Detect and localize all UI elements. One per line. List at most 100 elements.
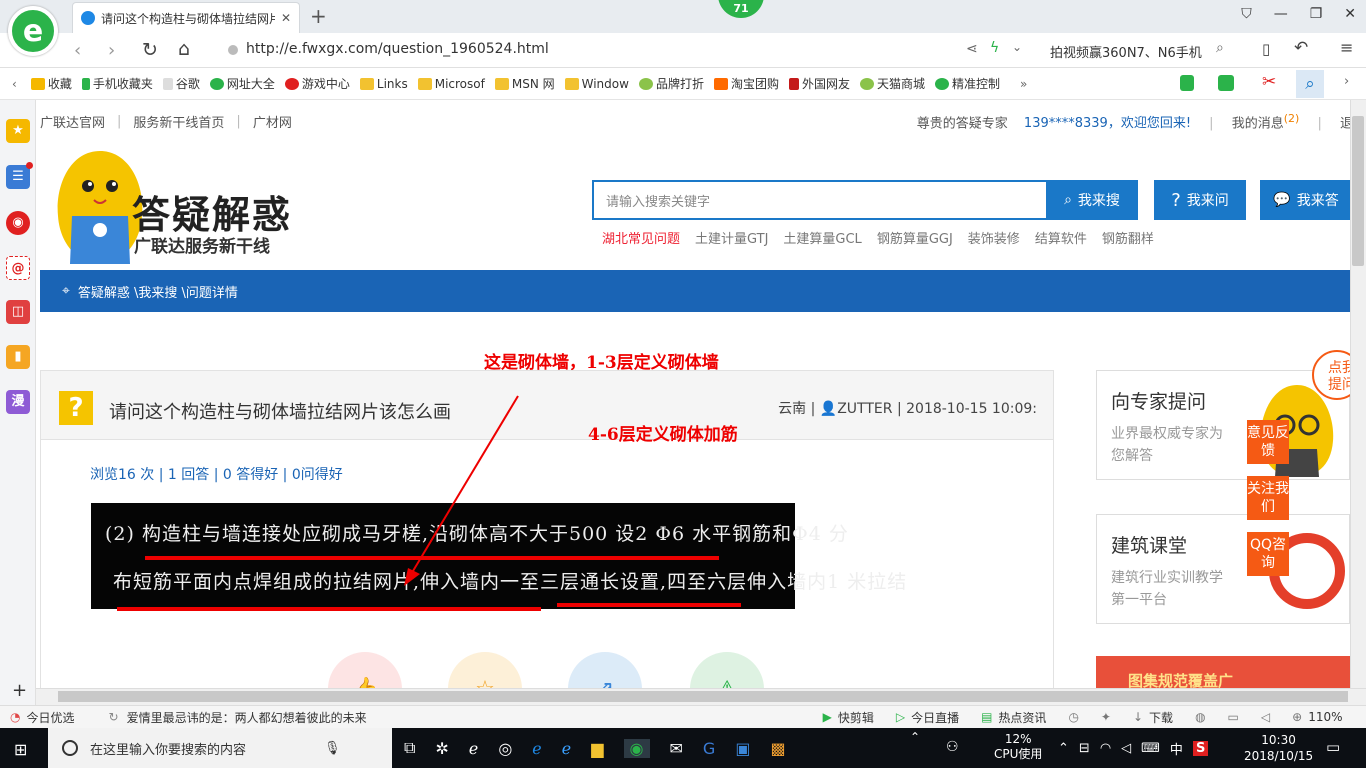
bookmark-item[interactable]: Microsof xyxy=(417,77,485,91)
notepad-app-icon[interactable]: ▣ xyxy=(735,739,750,758)
top-link[interactable]: 服务新干线首页 xyxy=(133,112,224,131)
keyword-link[interactable]: 土建计量GTJ xyxy=(695,228,768,247)
task-view-icon[interactable]: ⧉ xyxy=(404,738,415,758)
logout-link[interactable]: 退出 xyxy=(1340,116,1350,131)
fan-app-icon[interactable]: ✲ xyxy=(435,739,448,758)
close-window-icon[interactable]: ✕ xyxy=(1344,6,1356,22)
more-bookmarks-icon[interactable]: » xyxy=(1020,77,1027,91)
phone-icon[interactable]: ▯ xyxy=(1262,40,1270,58)
building-class-card[interactable]: 建筑课堂 建筑行业实训教学第一平台 xyxy=(1096,514,1350,624)
logo-title[interactable]: 答疑解惑 xyxy=(132,184,292,239)
bookmark-item[interactable]: MSN 网 xyxy=(494,75,555,92)
cpu-monitor[interactable]: 12% CPU使用 xyxy=(994,732,1042,762)
promo-banner[interactable]: 图集规范覆盖广 xyxy=(1096,656,1350,688)
qq-consult-button[interactable]: QQ咨询 xyxy=(1247,532,1289,576)
messages-link[interactable]: 我的消息 xyxy=(1232,116,1284,131)
speed-app-icon[interactable]: ◎ xyxy=(498,739,512,758)
search-engine-hint[interactable]: 拍视频赢360N7、N6手机 xyxy=(1050,42,1202,61)
edge-icon[interactable]: ℯ xyxy=(532,739,541,758)
home-icon[interactable]: ⌂ xyxy=(178,38,190,60)
list-icon[interactable]: ☰ xyxy=(6,165,30,189)
clock[interactable]: 10:30 2018/10/15 xyxy=(1244,732,1313,764)
bookmark-item[interactable]: 天猫商城 xyxy=(859,75,925,92)
keyword-link[interactable]: 土建算量GCL xyxy=(783,228,861,247)
pin-icon[interactable]: ✦ xyxy=(1101,710,1111,724)
chevron-up-icon[interactable]: ⌃ xyxy=(1058,741,1069,756)
keyword-link[interactable]: 钢筋翻样 xyxy=(1102,228,1154,247)
answer-button[interactable]: 💬 我来答 xyxy=(1260,180,1350,220)
mail-icon[interactable]: ✉ xyxy=(670,739,683,758)
status-item[interactable]: 下载 xyxy=(1149,709,1173,726)
keyword-link[interactable]: 湖北常见问题 xyxy=(602,228,680,247)
magnifier-icon[interactable]: ⌕ xyxy=(1296,70,1324,98)
browser-tab[interactable]: 请问这个构造柱与砌体墙拉结网片 ✕ xyxy=(72,2,300,33)
favorites-star-icon[interactable]: ★ xyxy=(6,119,30,143)
bookmark-item[interactable]: Window xyxy=(564,77,629,91)
taskbar-search[interactable]: 在这里输入你要搜索的内容 🎙 xyxy=(48,728,392,768)
addon-icon[interactable] xyxy=(1218,75,1234,91)
people-icon[interactable]: ⚇ xyxy=(946,739,959,755)
bookmark-item[interactable]: 谷歌 xyxy=(162,75,200,92)
book-icon[interactable]: ▮ xyxy=(6,345,30,369)
search-button[interactable]: ⌕ 我来搜 xyxy=(1046,180,1138,220)
status-left[interactable]: 今日优选 xyxy=(26,709,74,726)
mail-icon[interactable]: @ xyxy=(6,256,30,280)
refresh-news-icon[interactable]: ↻ xyxy=(109,710,119,724)
address-bar[interactable]: http://e.fwxgx.com/question_1960524.html xyxy=(246,41,549,57)
welcome-text[interactable]: 139****8339，欢迎您回来! xyxy=(1024,116,1191,131)
weibo-icon[interactable]: ◉ xyxy=(6,211,30,235)
bookmark-item[interactable]: Links xyxy=(359,77,408,91)
keyword-link[interactable]: 结算软件 xyxy=(1035,228,1087,247)
volume-icon[interactable]: ◁ xyxy=(1121,741,1131,756)
scroll-thumb[interactable] xyxy=(58,691,1348,702)
new-tab-icon[interactable]: + xyxy=(310,4,327,28)
search-input[interactable]: 请输入搜索关键字 xyxy=(592,180,1048,220)
360-browser-icon[interactable]: ◉ xyxy=(623,738,650,758)
status-item[interactable]: 热点资讯 xyxy=(998,709,1046,726)
share-icon[interactable]: ⋖ xyxy=(966,41,978,57)
username[interactable]: ZUTTER xyxy=(837,401,892,417)
microphone-icon[interactable]: 🎙 xyxy=(324,741,341,756)
pdf-app-icon[interactable]: ▩ xyxy=(770,739,785,758)
back-icon[interactable]: ‹ xyxy=(74,40,81,61)
search-icon[interactable]: ⌕ xyxy=(1216,40,1224,56)
bookmark-item[interactable]: 品牌打折 xyxy=(638,75,704,92)
forward-icon[interactable]: › xyxy=(108,40,115,61)
network-device-icon[interactable]: ⊟ xyxy=(1079,741,1090,756)
skin-icon[interactable]: ⛉ xyxy=(1241,6,1252,22)
minimize-icon[interactable]: — xyxy=(1274,6,1288,22)
scissors-icon[interactable]: ✂ xyxy=(1262,72,1276,92)
browser-logo-icon[interactable]: e xyxy=(8,6,58,56)
ime-indicator[interactable]: 中 xyxy=(1170,739,1183,758)
tab-close-icon[interactable]: ✕ xyxy=(281,11,291,25)
internet-explorer-icon[interactable]: ℯ xyxy=(562,739,571,758)
restore-icon[interactable]: ❐ xyxy=(1310,6,1323,22)
bookmark-item[interactable]: 网址大全 xyxy=(209,75,275,92)
chevron-down-icon[interactable]: ⌄ xyxy=(1012,40,1022,54)
menu-icon[interactable]: ≡ xyxy=(1340,38,1353,57)
ask-expert-card[interactable]: 向专家提问 业界最权威专家为您解答 xyxy=(1096,370,1350,480)
top-link[interactable]: 广材网 xyxy=(253,112,292,131)
mute-icon[interactable]: ◁ xyxy=(1261,710,1270,724)
top-link[interactable]: 广联达官网 xyxy=(40,112,105,131)
bookmark-item[interactable]: 游戏中心 xyxy=(284,75,350,92)
bookmarks-next-icon[interactable]: › xyxy=(1344,74,1349,89)
g-app-icon[interactable]: G xyxy=(703,739,715,758)
refresh-icon[interactable]: ↻ xyxy=(142,39,158,61)
notifications-icon[interactable]: ▭ xyxy=(1326,738,1340,756)
windows-start-icon[interactable]: ⊞ xyxy=(14,740,27,759)
bookmark-item[interactable]: 收藏 xyxy=(30,75,72,92)
wifi-icon[interactable]: ◠ xyxy=(1100,741,1111,756)
tray-expand-icon[interactable]: ⌃ xyxy=(910,730,920,744)
zoom-icon[interactable]: ⊕ xyxy=(1292,710,1302,724)
cleanup-icon[interactable]: ◍ xyxy=(1195,710,1205,724)
ie-style-app-icon[interactable]: ℯ xyxy=(469,739,478,758)
undo-icon[interactable]: ↶ xyxy=(1294,38,1308,58)
follow-button[interactable]: 关注我们 xyxy=(1247,476,1289,520)
accelerate-icon[interactable]: ◷ xyxy=(1068,710,1078,724)
bookmark-item[interactable]: 手机收藏夹 xyxy=(81,75,153,92)
status-item[interactable]: 快剪辑 xyxy=(838,709,874,726)
ask-button[interactable]: ? 我来问 xyxy=(1154,180,1246,220)
keyboard-icon[interactable]: ⌨ xyxy=(1141,741,1160,756)
news-ticker[interactable]: 爱情里最忌讳的是：两人都幻想着彼此的未来 xyxy=(127,709,367,726)
